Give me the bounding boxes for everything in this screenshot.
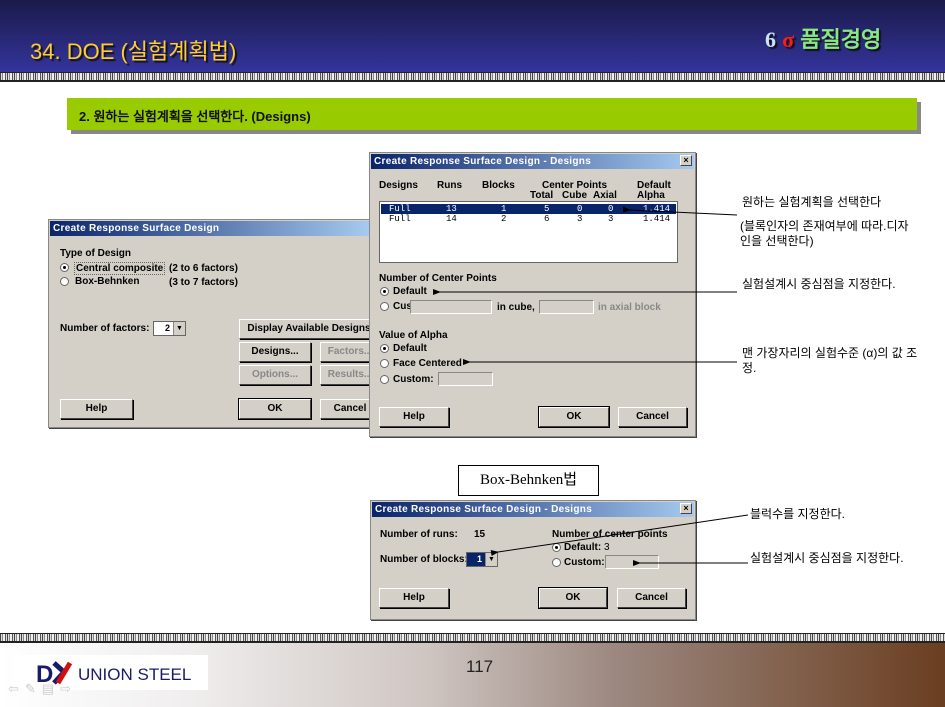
page-number: 117 bbox=[466, 657, 494, 676]
svg-text:UNION STEEL: UNION STEEL bbox=[78, 665, 191, 684]
greek-border-bottom bbox=[0, 633, 945, 643]
annotation-arrows bbox=[433, 206, 749, 566]
slide-nav-icons[interactable]: ⇦✎▤⇨ bbox=[8, 681, 77, 697]
arrow-1 bbox=[622, 206, 738, 216]
arrow-4 bbox=[490, 514, 749, 556]
